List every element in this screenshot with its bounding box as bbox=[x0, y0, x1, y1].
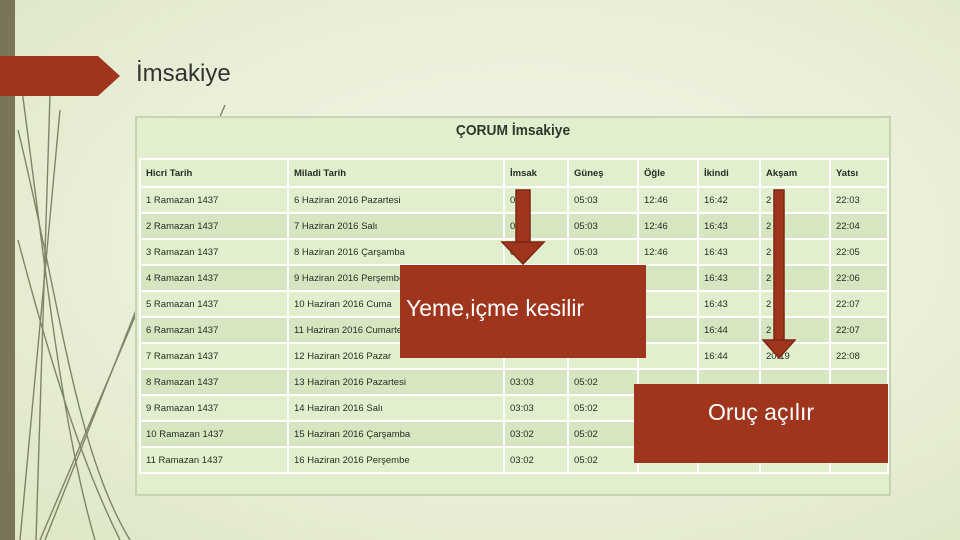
table-cell: 16:43 bbox=[697, 264, 761, 292]
column-header: İmsak bbox=[503, 158, 569, 188]
table-cell: 3 Ramazan 1437 bbox=[139, 238, 289, 266]
table-cell: 05:02 bbox=[567, 368, 639, 396]
table-cell: 10 Ramazan 1437 bbox=[139, 420, 289, 448]
table-cell: 7 Ramazan 1437 bbox=[139, 342, 289, 370]
table-cell bbox=[637, 316, 699, 344]
table-cell: 22:08 bbox=[829, 342, 889, 370]
table-cell: 22:04 bbox=[829, 212, 889, 240]
table-cell: 6 Haziran 2016 Pazartesi bbox=[287, 186, 505, 214]
table-cell: 12:46 bbox=[637, 238, 699, 266]
table-cell: 03:03 bbox=[503, 368, 569, 396]
table-cell: 22:07 bbox=[829, 290, 889, 318]
table-cell: 05:02 bbox=[567, 420, 639, 448]
table-cell: 22:07 bbox=[829, 316, 889, 344]
table-cell: 22:05 bbox=[829, 238, 889, 266]
table-cell: 8 Haziran 2016 Çarşamba bbox=[287, 238, 505, 266]
table-cell bbox=[637, 264, 699, 292]
table-cell: 2 Ramazan 1437 bbox=[139, 212, 289, 240]
column-header: Öğle bbox=[637, 158, 699, 188]
table-cell: 14 Haziran 2016 Salı bbox=[287, 394, 505, 422]
column-header: Yatsı bbox=[829, 158, 889, 188]
table-cell: 16:43 bbox=[697, 238, 761, 266]
table-cell: 6 Ramazan 1437 bbox=[139, 316, 289, 344]
table-header-row: Hicri Tarih Miladi Tarih İmsak Güneş Öğle İki… bbox=[139, 158, 889, 188]
table-cell: 8 Ramazan 1437 bbox=[139, 368, 289, 396]
table-cell: 11 Ramazan 1437 bbox=[139, 446, 289, 474]
down-arrow-aksam bbox=[762, 189, 796, 360]
table-cell: 16:43 bbox=[697, 290, 761, 318]
table-cell: 22:03 bbox=[829, 186, 889, 214]
table-title: ÇORUM İmsakiye bbox=[455, 122, 571, 139]
fast-begins-callout: Yeme,içme kesilir bbox=[400, 265, 646, 358]
table-cell: 1 Ramazan 1437 bbox=[139, 186, 289, 214]
table-cell bbox=[637, 342, 699, 370]
column-header: Hicri Tarih bbox=[139, 158, 289, 188]
table-cell: 03:02 bbox=[503, 446, 569, 474]
table-cell: 12:46 bbox=[637, 212, 699, 240]
table-cell: 12:46 bbox=[637, 186, 699, 214]
table-cell: 16 Haziran 2016 Perşembe bbox=[287, 446, 505, 474]
table-cell: 03:03 bbox=[503, 394, 569, 422]
title-arrow-shape bbox=[0, 56, 120, 96]
table-cell: 05:02 bbox=[567, 446, 639, 474]
table-cell: 03:02 bbox=[503, 420, 569, 448]
table-cell: 22:06 bbox=[829, 264, 889, 292]
column-header: Miladi Tarih bbox=[287, 158, 505, 188]
table-cell bbox=[637, 290, 699, 318]
table-cell: 16:44 bbox=[697, 342, 761, 370]
slide-title: İmsakiye bbox=[136, 60, 231, 87]
table-cell: 05:03 bbox=[567, 186, 639, 214]
down-arrow-imsak bbox=[500, 189, 546, 266]
table-cell: 4 Ramazan 1437 bbox=[139, 264, 289, 292]
table-cell: 16:42 bbox=[697, 186, 761, 214]
table-cell: 05:03 bbox=[567, 212, 639, 240]
table-cell: 9 Ramazan 1437 bbox=[139, 394, 289, 422]
column-header: Akşam bbox=[759, 158, 831, 188]
column-header: İkindi bbox=[697, 158, 761, 188]
table-cell: 13 Haziran 2016 Pazartesi bbox=[287, 368, 505, 396]
column-header: Güneş bbox=[567, 158, 639, 188]
table-cell: 5 Ramazan 1437 bbox=[139, 290, 289, 318]
table-cell: 15 Haziran 2016 Çarşamba bbox=[287, 420, 505, 448]
table-cell: 16:44 bbox=[697, 316, 761, 344]
table-cell: 7 Haziran 2016 Salı bbox=[287, 212, 505, 240]
table-cell: 16:43 bbox=[697, 212, 761, 240]
fast-ends-callout: Oruç açılır bbox=[634, 384, 888, 463]
table-cell: 05:02 bbox=[567, 394, 639, 422]
table-cell: 05:03 bbox=[567, 238, 639, 266]
